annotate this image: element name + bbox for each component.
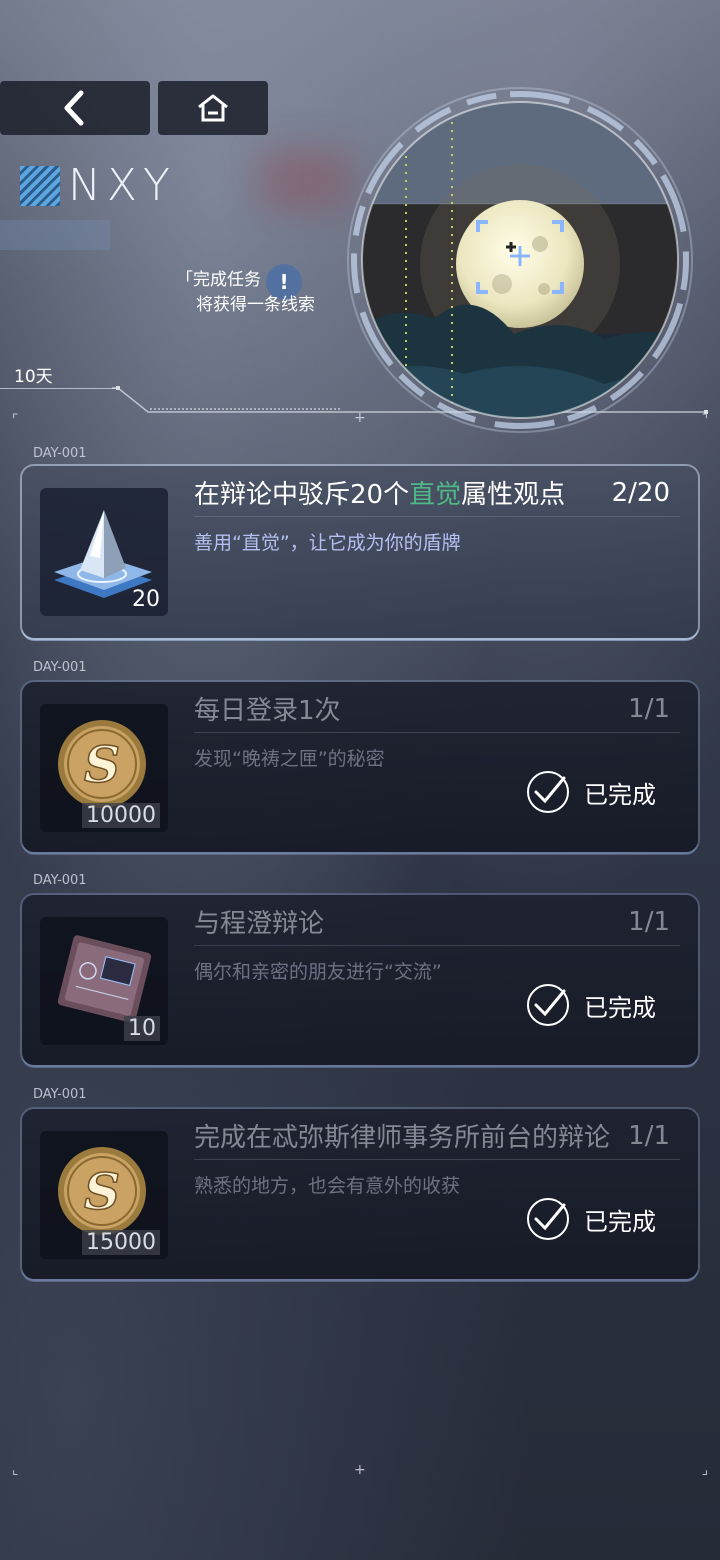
task-description: 善用“直觉”，让它成为你的盾牌 <box>194 532 461 554</box>
reward-item: 10 <box>40 917 168 1045</box>
chevron-left-icon <box>64 90 84 126</box>
completed-label: 已完成 <box>584 780 656 809</box>
task-progress-count: 1/1 <box>628 1121 670 1151</box>
nxy-logo: NXY <box>20 160 176 211</box>
task-progress-count: 2/20 <box>611 478 670 508</box>
frame-corner-bl: ⌞ <box>12 1462 19 1478</box>
task-title-post: 属性观点 <box>461 480 566 510</box>
back-button[interactable] <box>0 81 150 135</box>
moon-radar <box>347 87 693 433</box>
day-label: DAY-001 <box>33 446 87 461</box>
task-progress-count: 1/1 <box>628 694 670 724</box>
check-circle-icon <box>527 1198 569 1240</box>
frame-corner-br: ⌟ <box>701 1462 708 1478</box>
task-title-pre: 在辩论中驳斥20个 <box>194 480 410 510</box>
completed-label: 已完成 <box>584 1207 656 1236</box>
reward-quantity: 20 <box>132 587 160 612</box>
background-strip <box>0 220 110 250</box>
svg-text:S: S <box>84 1162 120 1221</box>
task-title-highlight: 直觉 <box>409 480 462 510</box>
reward-quantity: 10 <box>124 1016 160 1041</box>
completed-status: 已完成 <box>526 770 656 814</box>
hint-line-2: 将获得一条线索 <box>196 295 315 315</box>
home-button[interactable] <box>158 81 268 135</box>
reward-quantity: 15000 <box>82 1230 160 1255</box>
completed-status: 已完成 <box>526 983 656 1027</box>
home-icon <box>198 94 228 122</box>
logo-text: NXY <box>68 160 176 211</box>
frame-corner-tl: ⌜ <box>12 412 19 428</box>
frame-corner-tr: ⌝ <box>701 412 708 428</box>
svg-text:S: S <box>84 735 120 794</box>
completed-status: 已完成 <box>526 1197 656 1241</box>
divider <box>194 945 680 946</box>
task-card[interactable]: S 15000 完成在忒弥斯律师事务所前台的辩论 1/1 熟悉的地方，也会有意外… <box>22 1109 698 1279</box>
reward-quantity: 10000 <box>82 803 160 828</box>
divider <box>194 516 680 517</box>
check-circle-icon <box>527 771 569 813</box>
background-blur <box>260 150 350 210</box>
task-title: 完成在忒弥斯律师事务所前台的辩论 <box>194 1123 611 1153</box>
task-card[interactable]: 10 与程澄辩论 1/1 偶尔和亲密的朋友进行“交流” 已完成 <box>22 895 698 1065</box>
reward-item: S 15000 <box>40 1131 168 1259</box>
hint-line-1: 「完成任务 <box>176 270 261 290</box>
days-label: 10天 <box>14 367 53 387</box>
logo-mark-icon <box>20 166 60 206</box>
clue-hint: 「完成任务 将获得一条线索 <box>176 268 315 318</box>
day-label: DAY-001 <box>33 660 87 675</box>
check-circle-icon <box>527 984 569 1026</box>
frame-tick-bottom: + <box>354 1462 366 1478</box>
task-progress-count: 1/1 <box>628 907 670 937</box>
task-card[interactable]: 20 在辩论中驳斥20个直觉属性观点 2/20 善用“直觉”，让它成为你的盾牌 <box>22 466 698 638</box>
divider <box>194 1159 680 1160</box>
divider <box>194 732 680 733</box>
progress-line <box>0 388 120 389</box>
day-label: DAY-001 <box>33 873 87 888</box>
reward-item: S 10000 <box>40 704 168 832</box>
task-title: 与程澄辩论 <box>194 909 325 939</box>
task-card[interactable]: S 10000 每日登录1次 1/1 发现“晚祷之匣”的秘密 已完成 <box>22 682 698 852</box>
task-title: 每日登录1次 <box>194 696 341 726</box>
task-title: 在辩论中驳斥20个直觉属性观点 <box>194 474 565 511</box>
completed-label: 已完成 <box>584 993 656 1022</box>
reward-item: 20 <box>40 488 168 616</box>
day-label: DAY-001 <box>33 1087 87 1102</box>
